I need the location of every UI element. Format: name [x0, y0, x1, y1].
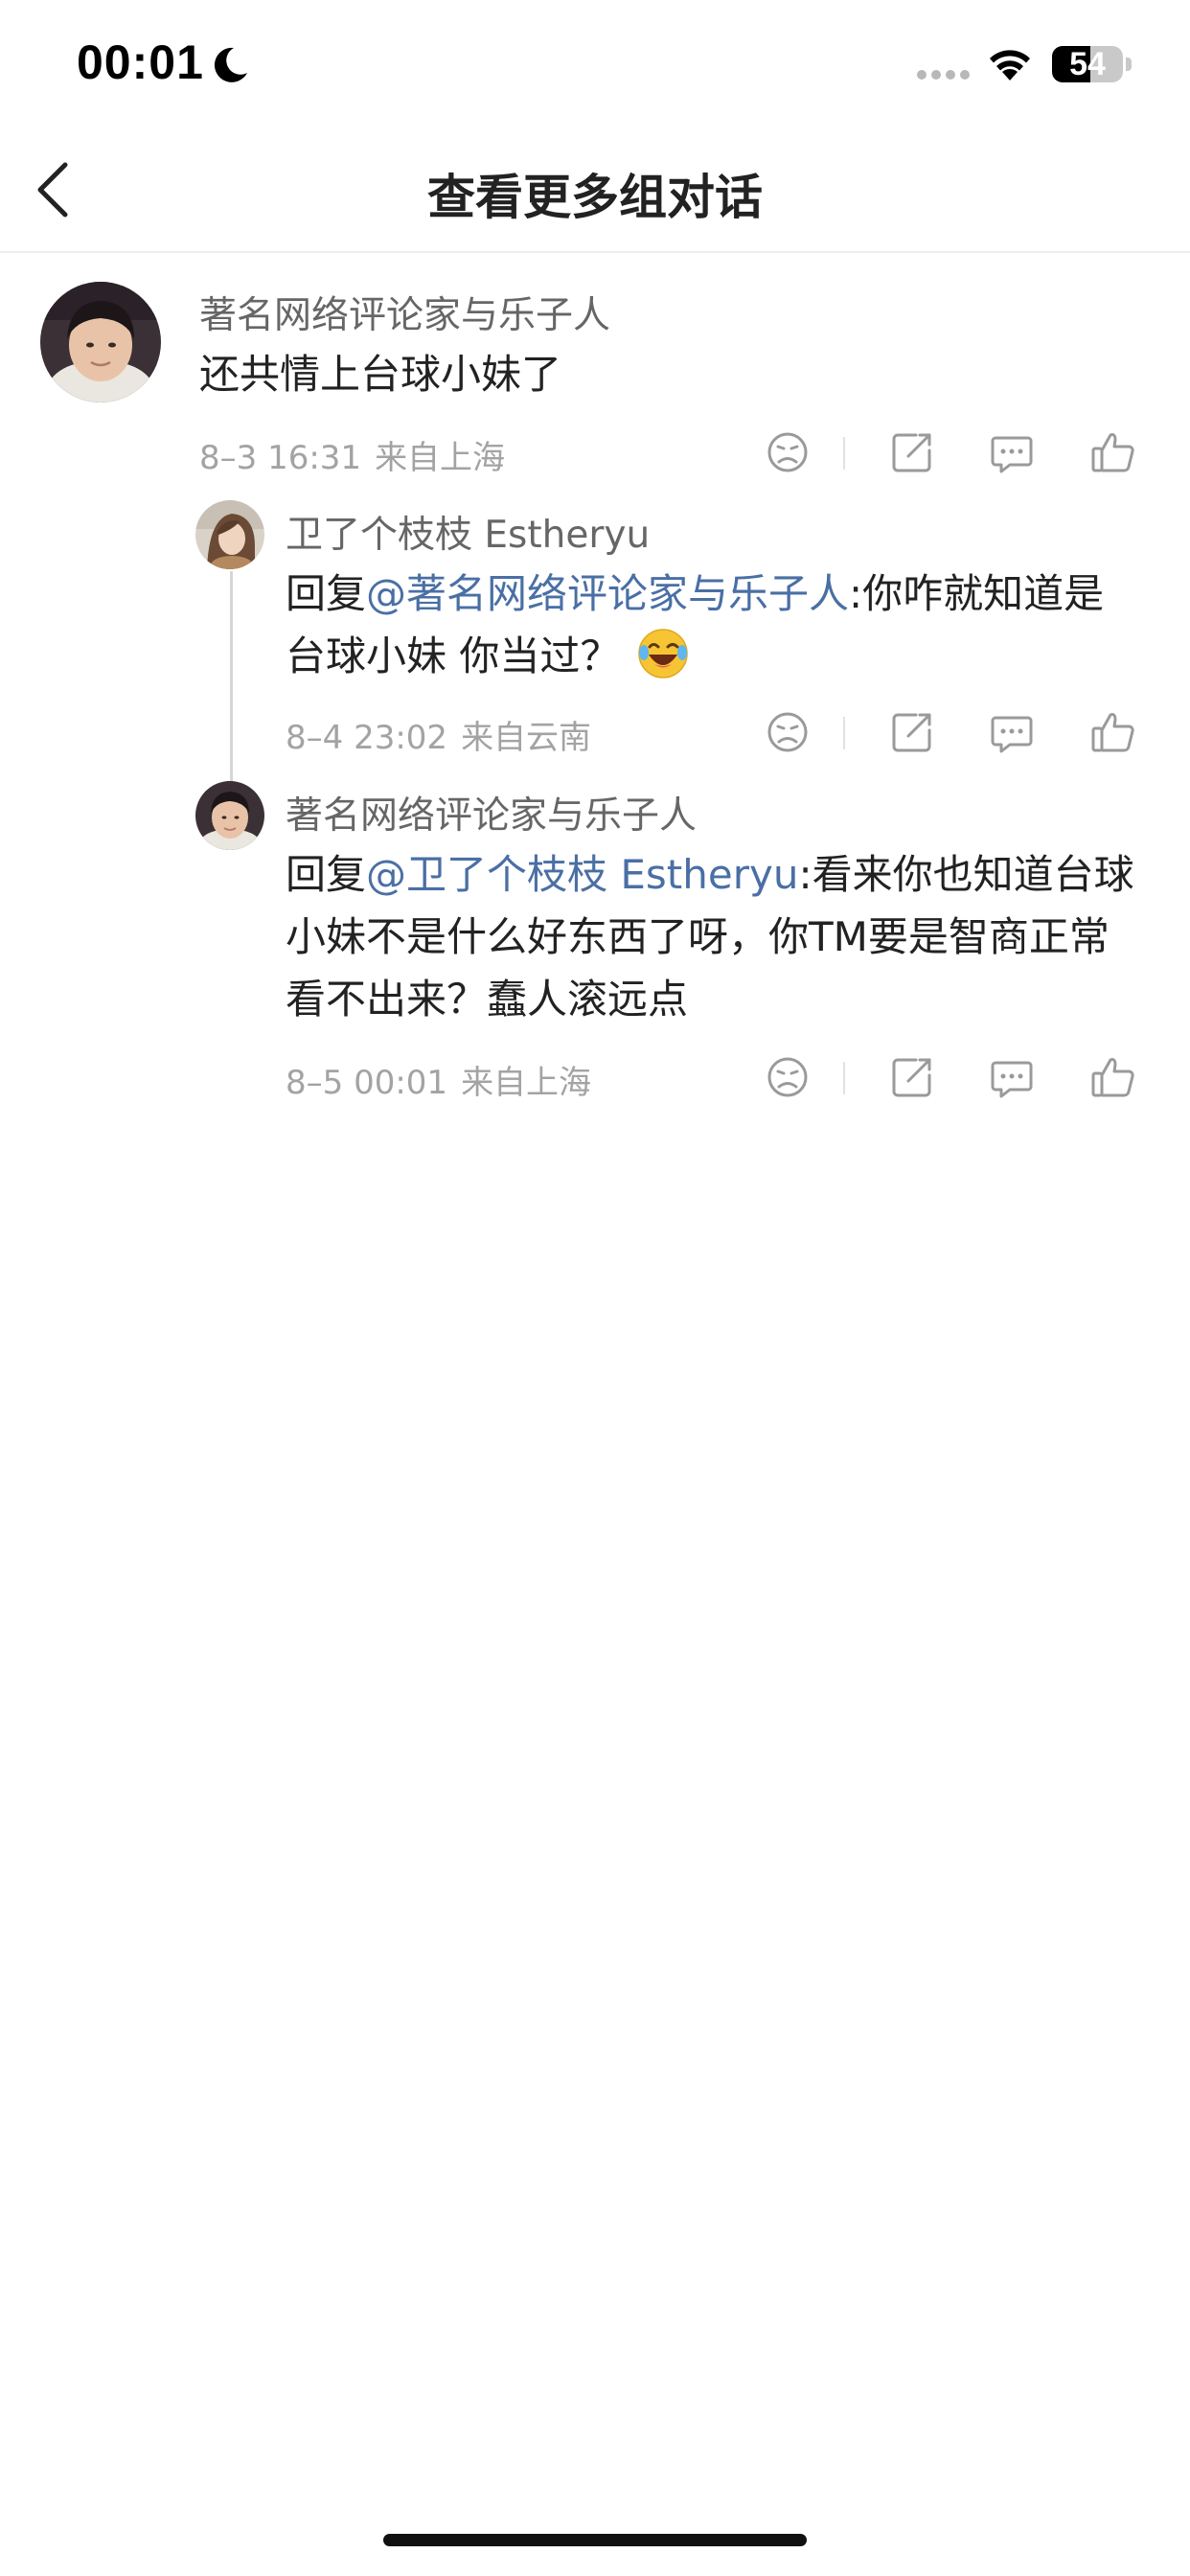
reply-meta: 8–4 23:02 来自云南 — [286, 711, 591, 758]
avatar[interactable] — [195, 781, 264, 850]
dislike-button[interactable] — [763, 427, 812, 477]
share-icon — [892, 1058, 931, 1097]
comment-location: 来自上海 — [375, 439, 506, 477]
like-button[interactable] — [1088, 1052, 1138, 1102]
share-button[interactable] — [887, 427, 937, 477]
comment-date: 8–3 16:31 — [199, 439, 362, 477]
action-divider — [843, 717, 845, 749]
avatar[interactable] — [195, 500, 264, 569]
avatar-photo — [195, 781, 264, 850]
wifi-icon — [990, 50, 1030, 80]
battery-icon: 54 — [1052, 46, 1123, 82]
like-icon — [1091, 713, 1134, 752]
reply-actions — [763, 707, 1146, 757]
comment-actions — [763, 427, 1146, 477]
action-divider — [843, 1062, 845, 1094]
signal-icon — [917, 70, 970, 80]
dislike-icon — [767, 1057, 808, 1097]
battery-cap — [1126, 58, 1132, 71]
action-divider — [843, 437, 845, 470]
reply-meta: 8–5 00:01 来自上海 — [286, 1056, 591, 1103]
reply-button[interactable] — [987, 427, 1037, 477]
share-button[interactable] — [887, 707, 937, 757]
mention-link[interactable]: @著名网络评论家与乐子人 — [366, 570, 849, 617]
comment-meta: 8–3 16:31 来自上海 — [199, 431, 505, 478]
comment-text: 还共情上台球小妹了 — [199, 351, 562, 398]
dislike-icon — [767, 432, 808, 472]
moon-icon — [214, 47, 247, 82]
comment-username[interactable]: 著名网络评论家与乐子人 — [199, 286, 610, 339]
dislike-button[interactable] — [763, 1052, 812, 1102]
share-button[interactable] — [887, 1052, 937, 1102]
reply-text: 回复@著名网络评论家与乐子人:你咋就知道是台球小妹 你当过？ — [286, 563, 1129, 687]
laughing-crying-emoji — [638, 629, 689, 678]
status-time: 00:01 — [77, 35, 204, 89]
page-title: 查看更多组对话 — [427, 170, 763, 225]
reply-username[interactable]: 著名网络评论家与乐子人 — [286, 786, 697, 840]
thread-line — [230, 571, 233, 784]
share-icon — [892, 713, 931, 752]
reply-icon — [991, 716, 1033, 753]
mention-link[interactable]: @卫了个枝枝 Estheryu — [366, 851, 798, 898]
reply-icon — [991, 436, 1033, 473]
battery-percent: 54 — [1069, 46, 1106, 82]
reply-prefix: 回复 — [286, 851, 367, 898]
dislike-button[interactable] — [763, 707, 812, 757]
reply-actions — [763, 1052, 1146, 1102]
reply-date: 8–5 00:01 — [286, 1064, 448, 1102]
reply-icon — [991, 1061, 1033, 1098]
nav-bar: 查看更多组对话 — [0, 126, 1190, 253]
home-indicator[interactable] — [383, 2534, 807, 2546]
avatar-photo — [40, 282, 161, 402]
reply-button[interactable] — [987, 707, 1037, 757]
reply-username[interactable]: 卫了个枝枝 Estheryu — [286, 505, 650, 559]
reply-prefix: 回复 — [286, 570, 367, 617]
reply-date: 8–4 23:02 — [286, 719, 448, 757]
like-icon — [1091, 1058, 1134, 1097]
reply-text: 回复@卫了个枝枝 Estheryu:看来你也知道台球小妹不是什么好东西了呀，你T… — [286, 843, 1138, 1030]
dislike-icon — [767, 712, 808, 752]
status-bar: 00:01 54 — [0, 0, 1190, 126]
like-button[interactable] — [1088, 427, 1138, 477]
avatar-photo — [195, 500, 264, 569]
reply-location: 来自云南 — [461, 719, 592, 757]
share-icon — [892, 433, 931, 472]
like-icon — [1091, 433, 1134, 472]
avatar[interactable] — [40, 282, 161, 402]
reply-location: 来自上海 — [461, 1064, 592, 1102]
like-button[interactable] — [1088, 707, 1138, 757]
reply-button[interactable] — [987, 1052, 1037, 1102]
